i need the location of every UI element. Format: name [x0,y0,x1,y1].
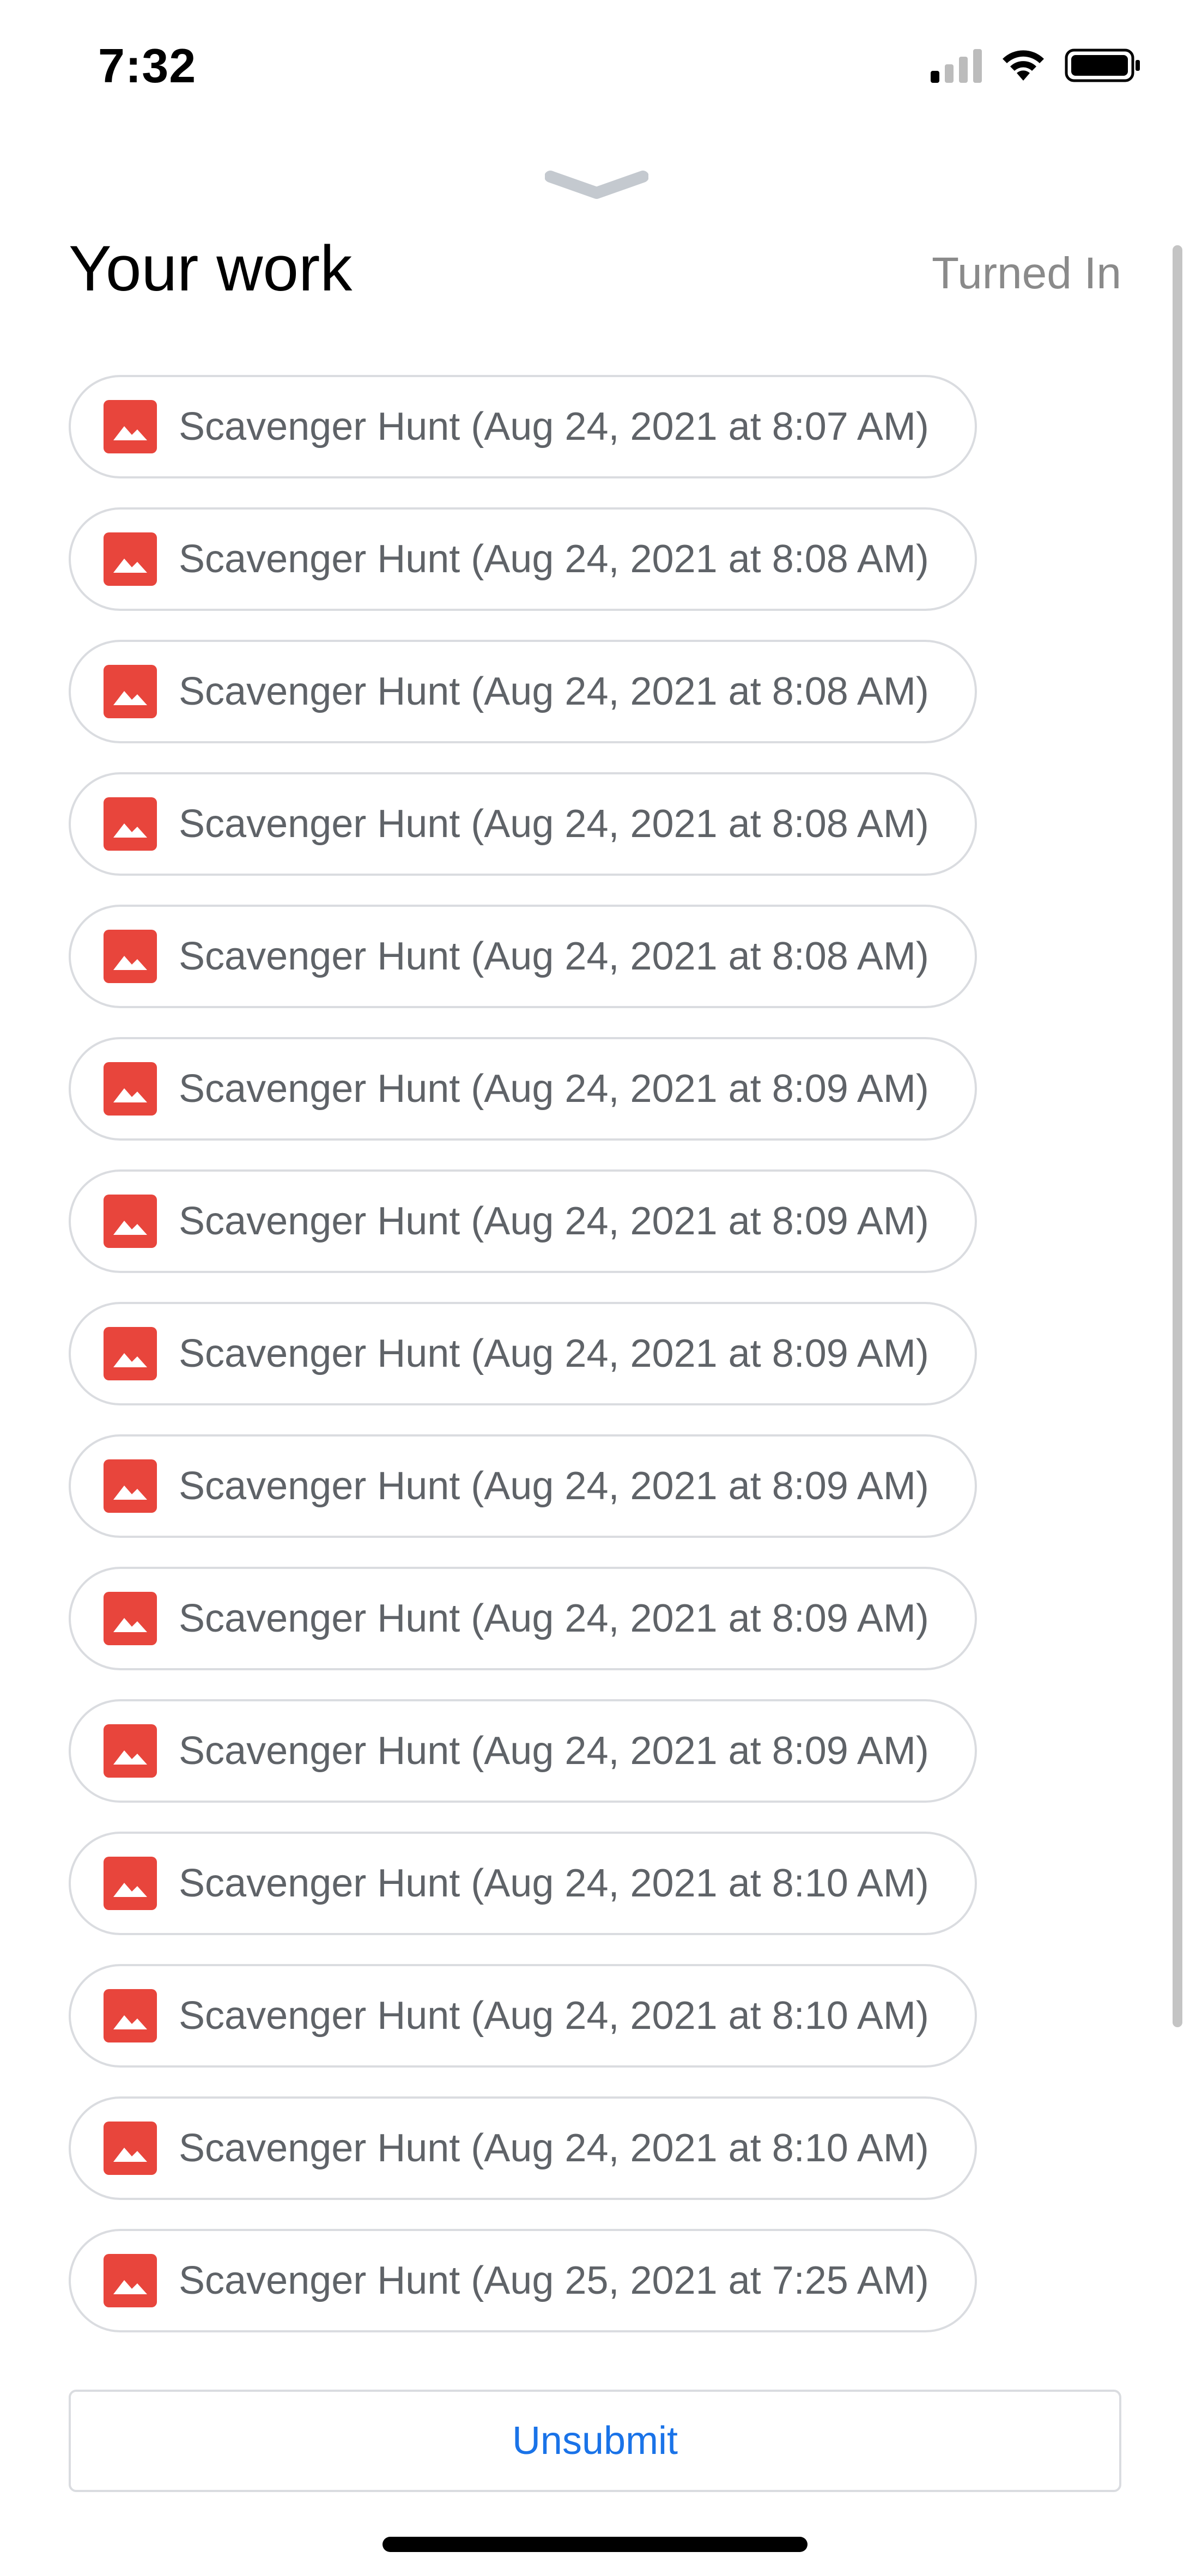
image-icon [104,1857,157,1910]
list-item-row: Scavenger Hunt (Aug 24, 2021 at 8:08 AM) [69,772,1028,905]
unsubmit-button[interactable]: Unsubmit [69,2390,1121,2492]
attachment-chip[interactable]: Scavenger Hunt (Aug 24, 2021 at 8:08 AM) [69,507,977,611]
list-item-row: Scavenger Hunt (Aug 24, 2021 at 8:09 AM) [69,1434,1028,1567]
attachment-chip[interactable]: Scavenger Hunt (Aug 24, 2021 at 8:10 AM) [69,1964,977,2068]
attachment-label: Scavenger Hunt (Aug 24, 2021 at 8:08 AM) [179,537,929,581]
list-item-row: Scavenger Hunt (Aug 24, 2021 at 8:09 AM) [69,1037,1028,1169]
attachment-label: Scavenger Hunt (Aug 24, 2021 at 8:10 AM) [179,1994,929,2038]
list-item-row: Scavenger Hunt (Aug 24, 2021 at 8:10 AM) [69,2096,1028,2229]
attachment-chip[interactable]: Scavenger Hunt (Aug 24, 2021 at 8:08 AM) [69,640,977,743]
status-icons [931,48,1141,83]
list-item-row: Scavenger Hunt (Aug 24, 2021 at 8:08 AM) [69,640,1028,772]
image-icon [104,1062,157,1116]
image-icon [104,400,157,453]
home-indicator [382,2537,807,2552]
status-bar: 7:32 [0,0,1190,131]
attachment-label: Scavenger Hunt (Aug 24, 2021 at 8:10 AM) [179,1862,929,1905]
attachment-label: Scavenger Hunt (Aug 24, 2021 at 8:09 AM) [179,1199,929,1243]
list-item-row: Scavenger Hunt (Aug 24, 2021 at 8:10 AM) [69,1964,1028,2096]
image-icon [104,665,157,718]
attachment-label: Scavenger Hunt (Aug 25, 2021 at 7:25 AM) [179,2259,929,2302]
attachment-chip[interactable]: Scavenger Hunt (Aug 24, 2021 at 8:09 AM) [69,1434,977,1538]
attachment-label: Scavenger Hunt (Aug 24, 2021 at 8:09 AM) [179,1729,929,1773]
image-icon [104,532,157,586]
attachment-label: Scavenger Hunt (Aug 24, 2021 at 8:08 AM) [179,802,929,846]
attachment-chip[interactable]: Scavenger Hunt (Aug 24, 2021 at 8:09 AM) [69,1037,977,1141]
attachment-label: Scavenger Hunt (Aug 24, 2021 at 8:10 AM) [179,2126,929,2170]
signal-icon [931,48,982,83]
attachment-label: Scavenger Hunt (Aug 24, 2021 at 8:09 AM) [179,1332,929,1375]
attachment-chip[interactable]: Scavenger Hunt (Aug 24, 2021 at 8:09 AM) [69,1699,977,1803]
list-item-row: Scavenger Hunt (Aug 24, 2021 at 8:08 AM) [69,905,1028,1037]
status-time: 7:32 [98,39,197,93]
battery-icon [1065,49,1140,82]
attachment-chip[interactable]: Scavenger Hunt (Aug 24, 2021 at 8:07 AM) [69,375,977,478]
attachment-label: Scavenger Hunt (Aug 24, 2021 at 8:09 AM) [179,1067,929,1111]
attachment-label: Scavenger Hunt (Aug 24, 2021 at 8:08 AM) [179,935,929,978]
list-item-row: Scavenger Hunt (Aug 25, 2021 at 7:25 AM) [69,2229,1028,2361]
image-icon [104,2122,157,2175]
status-label: Turned In [932,248,1121,298]
image-icon [104,797,157,851]
list-item-row: Scavenger Hunt (Aug 24, 2021 at 8:08 AM) [69,507,1028,640]
image-icon [104,1724,157,1778]
image-icon [104,2254,157,2307]
attachment-chip[interactable]: Scavenger Hunt (Aug 24, 2021 at 8:09 AM) [69,1302,977,1405]
image-icon [104,1592,157,1645]
wifi-icon [1003,50,1044,81]
list-item-row: Scavenger Hunt (Aug 24, 2021 at 8:09 AM) [69,1567,1028,1699]
chevron-down-icon[interactable] [545,169,648,202]
image-icon [104,1195,157,1248]
attachment-label: Scavenger Hunt (Aug 24, 2021 at 8:08 AM) [179,670,929,713]
attachment-chip[interactable]: Scavenger Hunt (Aug 24, 2021 at 8:09 AM) [69,1567,977,1670]
attachment-chip[interactable]: Scavenger Hunt (Aug 24, 2021 at 8:10 AM) [69,1832,977,1935]
scrollbar[interactable] [1173,245,1182,2027]
image-icon [104,1989,157,2042]
list-item-row: Scavenger Hunt (Aug 24, 2021 at 8:07 AM) [69,375,1028,507]
work-list: Scavenger Hunt (Aug 24, 2021 at 8:07 AM)… [69,375,1028,2361]
image-icon [104,930,157,983]
page-title: Your work [69,233,353,305]
attachment-label: Scavenger Hunt (Aug 24, 2021 at 8:09 AM) [179,1464,929,1508]
image-icon [104,1327,157,1380]
attachment-chip[interactable]: Scavenger Hunt (Aug 24, 2021 at 8:08 AM) [69,905,977,1008]
image-icon [104,1459,157,1513]
attachment-label: Scavenger Hunt (Aug 24, 2021 at 8:09 AM) [179,1597,929,1640]
list-item-row: Scavenger Hunt (Aug 24, 2021 at 8:09 AM) [69,1302,1028,1434]
list-item-row: Scavenger Hunt (Aug 24, 2021 at 8:09 AM) [69,1699,1028,1832]
attachment-chip[interactable]: Scavenger Hunt (Aug 24, 2021 at 8:10 AM) [69,2096,977,2200]
attachment-label: Scavenger Hunt (Aug 24, 2021 at 8:07 AM) [179,405,929,448]
attachment-chip[interactable]: Scavenger Hunt (Aug 24, 2021 at 8:08 AM) [69,772,977,876]
attachment-chip[interactable]: Scavenger Hunt (Aug 25, 2021 at 7:25 AM) [69,2229,977,2332]
list-item-row: Scavenger Hunt (Aug 24, 2021 at 8:10 AM) [69,1832,1028,1964]
attachment-chip[interactable]: Scavenger Hunt (Aug 24, 2021 at 8:09 AM) [69,1169,977,1273]
list-item-row: Scavenger Hunt (Aug 24, 2021 at 8:09 AM) [69,1169,1028,1302]
